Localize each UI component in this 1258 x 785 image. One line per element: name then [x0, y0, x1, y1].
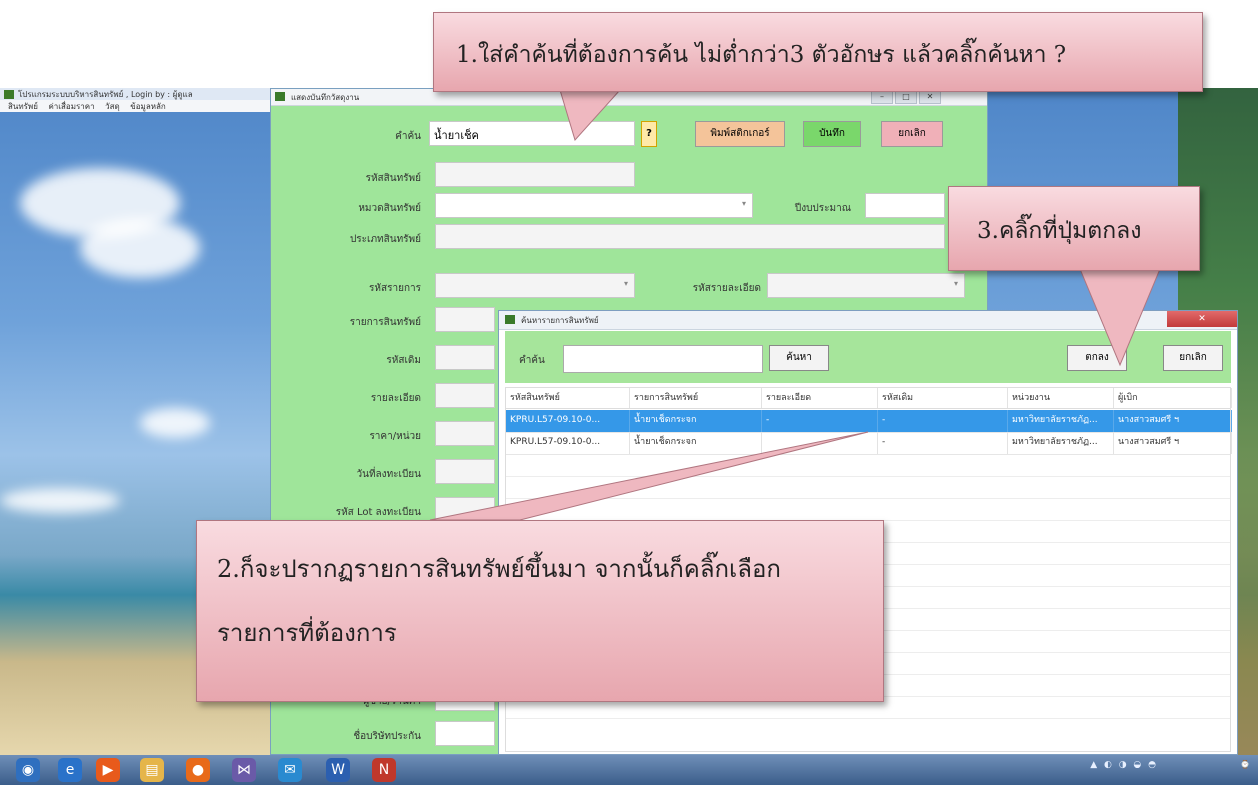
print-sticker-button[interactable]: พิมพ์สติกเกอร์: [695, 121, 785, 147]
cell-asset-code: KPRU.L57-09.10-0...: [506, 410, 630, 432]
label-insurance: ชื่อบริษัทประกัน: [353, 731, 421, 742]
asset-code-field[interactable]: [435, 162, 635, 187]
callout-step-3-text: 3.คลิ๊กที่ปุ่มตกลง: [977, 218, 1142, 244]
label-detail-code: รหัสรายละเอียด: [692, 283, 761, 294]
label-item-code: รหัสรายการ: [369, 283, 421, 294]
label-lot-code: รหัส Lot ลงทะเบียน: [335, 507, 421, 518]
col-header-old-code[interactable]: รหัสเดิม: [878, 388, 1008, 408]
search-button[interactable]: ?: [641, 121, 657, 147]
dialog-titlebar: ค้นหารายการสินทรัพย์ ✕: [499, 311, 1237, 330]
table-row[interactable]: KPRU.L57-09.10-0... น้ำยาเช็ดกระจก - มหา…: [506, 432, 1232, 455]
cell-asset-name: น้ำยาเช็ดกระจก: [630, 432, 762, 454]
acrobat-icon[interactable]: N: [372, 758, 396, 782]
dialog-search-label: คำค้น: [519, 355, 545, 366]
callout-step-1: 1.ใส่คำค้นที่ต้องการค้น ไม่ต่ำกว่า3 ตัวอ…: [433, 12, 1203, 92]
cell-requester: นางสาวสมศรี ฯ: [1114, 410, 1232, 432]
dialog-close-button[interactable]: ✕: [1167, 311, 1237, 327]
callout-step-2: 2.ก็จะปรากฏรายการสินทรัพย์ขึ้นมา จากนั้น…: [196, 520, 884, 702]
old-code-field[interactable]: [435, 345, 495, 370]
chevron-down-icon: ▾: [953, 279, 958, 288]
main-menu-bar: สินทรัพย์ ค่าเสื่อมราคา วัสดุ ข้อมูลหลัก: [0, 100, 270, 112]
label-old-code: รหัสเดิม: [386, 355, 421, 366]
file-explorer-icon[interactable]: ▤: [140, 758, 164, 782]
asset-list-field[interactable]: [435, 307, 495, 332]
callout-step-2-line1: 2.ก็จะปรากฏรายการสินทรัพย์ขึ้นมา จากนั้น…: [217, 555, 781, 583]
cell-detail: [762, 432, 878, 454]
cell-requester: นางสาวสมศรี ฯ: [1114, 432, 1232, 454]
dialog-title: ค้นหารายการสินทรัพย์: [521, 316, 599, 325]
label-detail: รายละเอียด: [370, 393, 421, 404]
unit-price-field[interactable]: [435, 421, 495, 446]
grid-header-row: รหัสสินทรัพย์ รายการสินทรัพย์ รายละเอียด…: [506, 388, 1232, 409]
menu-item-depreciation[interactable]: ค่าเสื่อมราคา: [48, 102, 94, 111]
app-icon[interactable]: ⋈: [232, 758, 256, 782]
menu-item-supplies[interactable]: วัสดุ: [105, 102, 120, 111]
register-date-field[interactable]: [435, 459, 495, 484]
label-keyword: คำค้น: [395, 131, 421, 142]
label-asset-type: ประเภทสินทรัพย์: [349, 234, 421, 245]
label-asset-code: รหัสสินทรัพย์: [365, 173, 421, 184]
col-header-asset-name[interactable]: รายการสินทรัพย์: [630, 388, 762, 408]
word-icon[interactable]: W: [326, 758, 350, 782]
dialog-cancel-button[interactable]: ยกเลิก: [1163, 345, 1223, 371]
clock[interactable]: ⌚: [1240, 760, 1250, 770]
form-title: แสดงบันทึกวัสดุงาน: [291, 93, 360, 102]
internet-explorer-icon[interactable]: e: [58, 758, 82, 782]
dialog-search-input[interactable]: [563, 345, 763, 373]
keyword-input[interactable]: น้ำยาเช็ค: [429, 121, 635, 146]
dialog-app-icon: [505, 315, 515, 324]
main-window-title: โปรแกรมระบบบริหารสินทรัพย์ , Login by : …: [18, 90, 193, 99]
callout-step-3: 3.คลิ๊กที่ปุ่มตกลง: [948, 186, 1200, 271]
budget-year-field[interactable]: [865, 193, 945, 218]
label-asset-category: หมวดสินทรัพย์: [358, 203, 421, 214]
insurance-field[interactable]: [435, 721, 495, 746]
detail-code-select[interactable]: ▾: [767, 273, 965, 298]
cell-old-code: -: [878, 410, 1008, 432]
detail-field[interactable]: [435, 383, 495, 408]
col-header-detail[interactable]: รายละเอียด: [762, 388, 878, 408]
cell-old-code: -: [878, 432, 1008, 454]
cancel-button[interactable]: ยกเลิก: [881, 121, 943, 147]
dialog-search-button[interactable]: ค้นหา: [769, 345, 829, 371]
form-app-icon: [275, 92, 285, 101]
col-header-asset-code[interactable]: รหัสสินทรัพย์: [506, 388, 630, 408]
ok-button[interactable]: ตกลง: [1067, 345, 1127, 371]
media-player-icon[interactable]: ▶: [96, 758, 120, 782]
messenger-icon[interactable]: ✉: [278, 758, 302, 782]
table-row-selected[interactable]: KPRU.L57-09.10-0... น้ำยาเช็ดกระจก - - ม…: [506, 410, 1232, 433]
callout-step-1-text: 1.ใส่คำค้นที่ต้องการค้น ไม่ต่ำกว่า3 ตัวอ…: [456, 42, 1067, 68]
firefox-icon[interactable]: ●: [186, 758, 210, 782]
asset-type-field[interactable]: [435, 224, 945, 249]
label-unit-price: ราคา/หน่วย: [369, 431, 421, 442]
col-header-department[interactable]: หน่วยงาน: [1008, 388, 1114, 408]
save-button[interactable]: บันทึก: [803, 121, 861, 147]
cell-asset-name: น้ำยาเช็ดกระจก: [630, 410, 762, 432]
menu-item-master-data[interactable]: ข้อมูลหลัก: [130, 102, 165, 111]
system-tray-icons[interactable]: ▲ ◐ ◑ ◒ ◓: [1090, 760, 1158, 770]
close-button[interactable]: ✕: [919, 91, 941, 104]
cell-asset-code: KPRU.L57-09.10-0...: [506, 432, 630, 454]
lot-code-field[interactable]: [435, 497, 495, 522]
dialog-search-panel: คำค้น ค้นหา ตกลง ยกเลิก: [505, 331, 1231, 383]
cell-department: มหาวิทยาลัยราชภัฏ...: [1008, 432, 1114, 454]
callout-step-2-line2: รายการที่ต้องการ: [217, 619, 397, 647]
menu-item-assets[interactable]: สินทรัพย์: [8, 102, 38, 111]
maximize-button[interactable]: □: [895, 91, 917, 104]
label-register-date: วันที่ลงทะเบียน: [356, 469, 421, 480]
label-asset-list: รายการสินทรัพย์: [349, 317, 421, 328]
cell-department: มหาวิทยาลัยราชภัฏ...: [1008, 410, 1114, 432]
cell-detail: -: [762, 410, 878, 432]
minimize-button[interactable]: –: [871, 91, 893, 104]
label-budget-year: ปีงบประมาณ: [794, 203, 851, 214]
start-button-icon[interactable]: ◉: [16, 758, 40, 782]
col-header-requester[interactable]: ผู้เบิก: [1114, 388, 1232, 408]
taskbar: ◉ e ▶ ▤ ● ⋈ ✉ W N ▲ ◐ ◑ ◒ ◓ ⌚: [0, 755, 1258, 785]
asset-category-select[interactable]: ▾: [435, 193, 753, 218]
